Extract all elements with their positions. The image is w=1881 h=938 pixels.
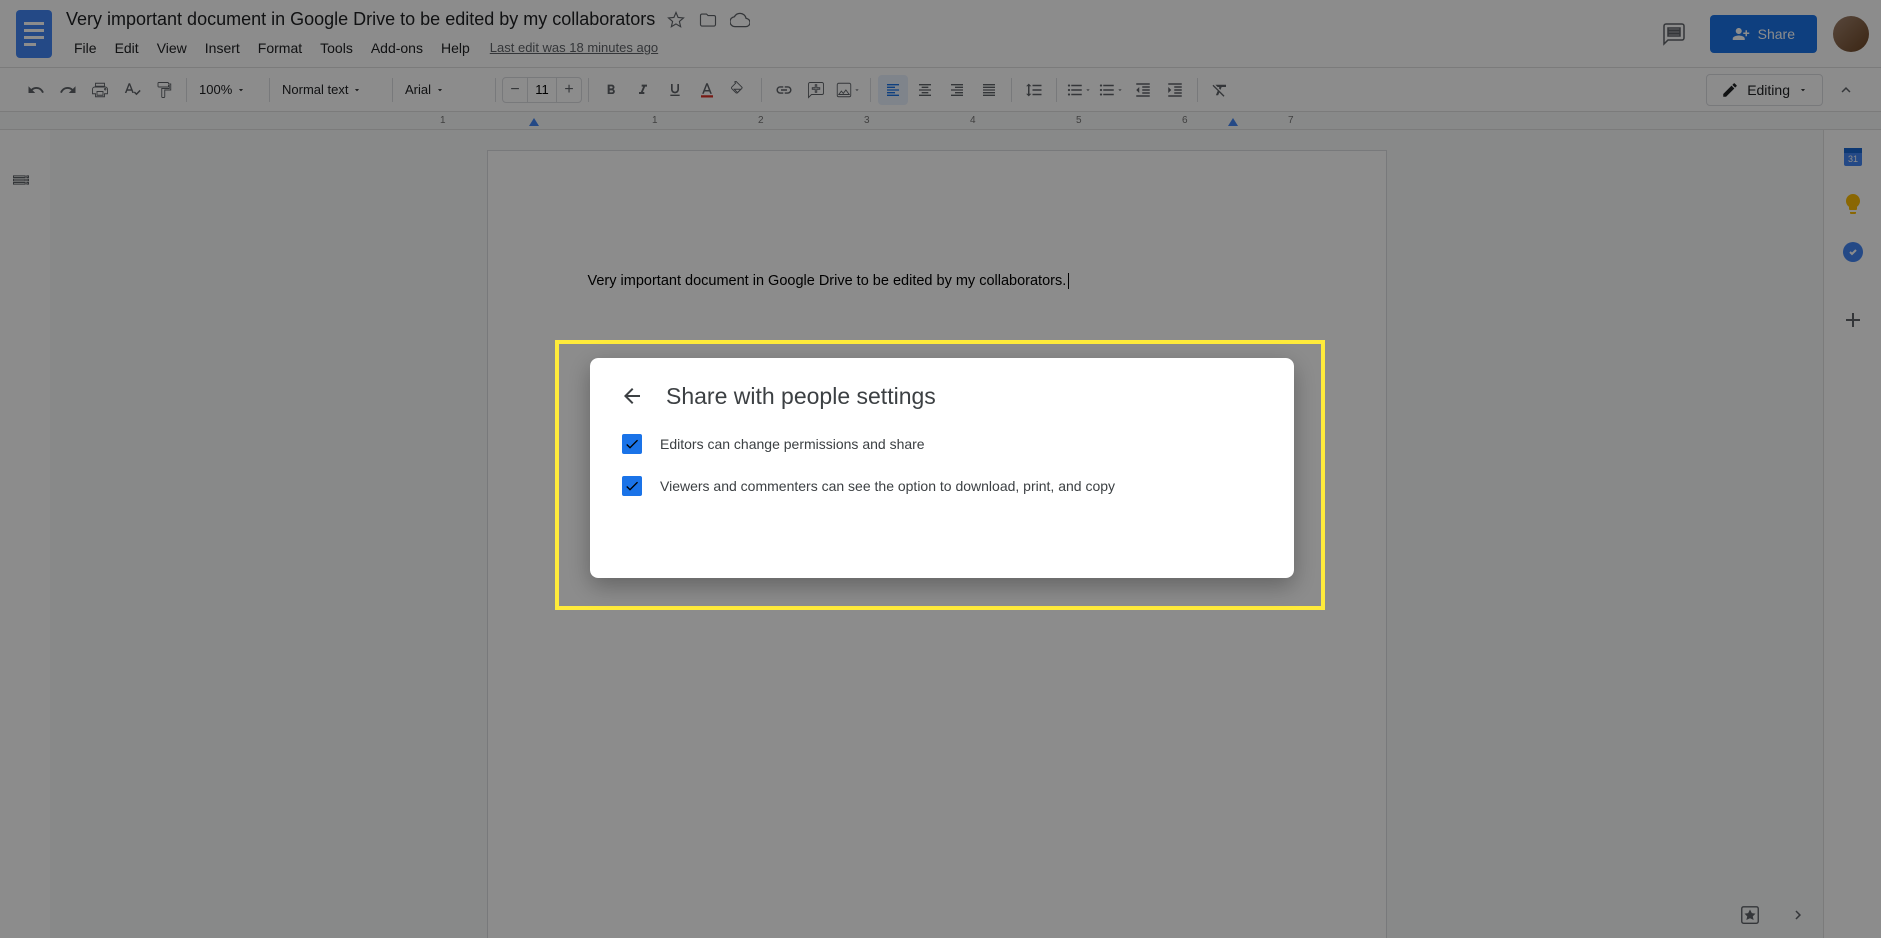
dialog-title: Share with people settings <box>666 383 936 410</box>
back-button[interactable] <box>618 382 646 410</box>
checkbox-editors-permissions[interactable] <box>622 434 642 454</box>
checkbox-viewers-download[interactable] <box>622 476 642 496</box>
share-settings-dialog: Share with people settings Editors can c… <box>590 358 1294 578</box>
checkbox-row-editors: Editors can change permissions and share <box>618 434 1266 454</box>
dialog-header: Share with people settings <box>618 382 1266 410</box>
dialog-body: Share with people settings Editors can c… <box>590 358 1294 578</box>
checkbox-row-viewers: Viewers and commenters can see the optio… <box>618 476 1266 496</box>
checkbox-label: Editors can change permissions and share <box>660 436 925 452</box>
checkbox-label: Viewers and commenters can see the optio… <box>660 478 1115 494</box>
